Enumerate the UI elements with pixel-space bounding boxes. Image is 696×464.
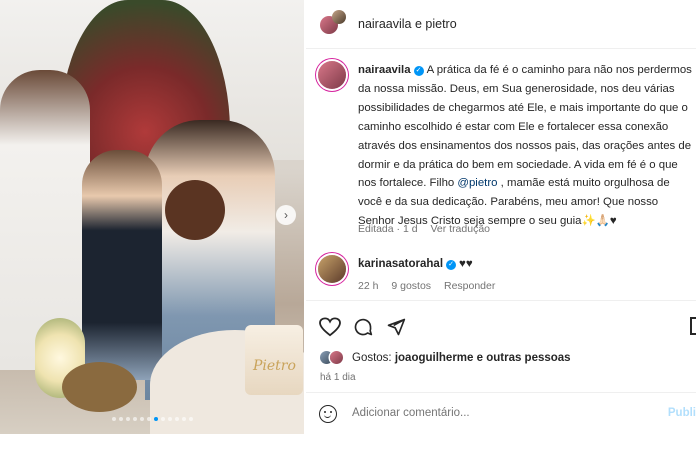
carousel-dots: [0, 408, 304, 426]
carousel-dot: [181, 417, 186, 421]
post-date: há 1 dia: [320, 372, 356, 383]
next-photo-button[interactable]: ›: [276, 205, 296, 225]
carousel-dot: [146, 417, 151, 421]
carousel-dot: [125, 417, 130, 421]
header-account-names[interactable]: nairaavila e pietro: [358, 17, 457, 31]
post-comment-button[interactable]: Publi: [668, 407, 696, 419]
instagram-post: Pietro › nairaavila e pietro nairaavila ✓…: [0, 0, 696, 440]
sweets-tray: [62, 362, 137, 412]
caption-text-part-1: A prática da fé é o caminho para não nos…: [358, 64, 692, 190]
comment-time: 22 h: [358, 280, 379, 292]
avatar[interactable]: [330, 351, 343, 364]
emoji-icon[interactable]: [319, 405, 337, 423]
carousel-dot: [111, 417, 116, 421]
carousel-dot: [132, 417, 137, 421]
post-photo[interactable]: Pietro ›: [0, 0, 304, 434]
carousel-dot: [153, 417, 158, 421]
likes-prefix: Gostos:: [352, 352, 395, 364]
caption-username[interactable]: nairaavila: [358, 64, 411, 76]
caption: nairaavila ✓ A prática da fé é o caminho p…: [358, 61, 693, 231]
carousel-dot: [118, 417, 123, 421]
like-heart-icon[interactable]: [319, 317, 341, 337]
likes-names[interactable]: joaoguilherme e outras pessoas: [395, 352, 571, 364]
dog: [165, 180, 225, 240]
comment-avatar[interactable]: [318, 255, 346, 283]
carousel-dot: [188, 417, 193, 421]
avatar[interactable]: [332, 10, 346, 24]
comment-input[interactable]: [352, 407, 632, 419]
carousel-dot: [174, 417, 179, 421]
carousel-dot: [167, 417, 172, 421]
comment-username[interactable]: karinasatorahal: [358, 258, 443, 270]
carousel-dot: [139, 417, 144, 421]
reply-button[interactable]: Responder: [444, 280, 495, 292]
comment-meta: 22 h 9 gostos Responder: [358, 280, 505, 292]
person-boy: [82, 150, 162, 380]
cake-text: Pietro: [253, 358, 296, 374]
likes-text: Gostos: joaoguilherme e outras pessoas: [352, 352, 571, 364]
verified-badge-icon: ✓: [413, 66, 424, 76]
comment-text: ♥♥: [459, 258, 473, 270]
carousel-dot: [160, 417, 165, 421]
caption-emoji: ✨🙏🏻♥: [581, 215, 617, 228]
see-translation-link[interactable]: Ver tradução: [430, 223, 490, 235]
caption-meta: Editada · 1 d Ver tradução: [358, 223, 500, 235]
comment: karinasatorahal ✓ ♥♥: [358, 258, 473, 270]
verified-badge-icon: ✓: [446, 260, 457, 270]
comment-bubble-icon[interactable]: [353, 317, 373, 337]
mention-link[interactable]: @pietro: [457, 177, 497, 189]
divider: [306, 300, 696, 301]
caption-avatar[interactable]: [318, 61, 346, 89]
edited-label: Editada · 1 d: [358, 223, 418, 235]
save-bookmark-icon[interactable]: [690, 317, 696, 335]
post-side-panel: nairaavila e pietro nairaavila ✓ A prática…: [306, 0, 696, 440]
post-header: nairaavila e pietro: [306, 0, 696, 49]
comment-composer: Publi: [306, 392, 696, 441]
comment-likes[interactable]: 9 gostos: [391, 280, 431, 292]
share-send-icon[interactable]: [386, 317, 406, 337]
likes-summary: Gostos: joaoguilherme e outras pessoas: [320, 350, 696, 370]
